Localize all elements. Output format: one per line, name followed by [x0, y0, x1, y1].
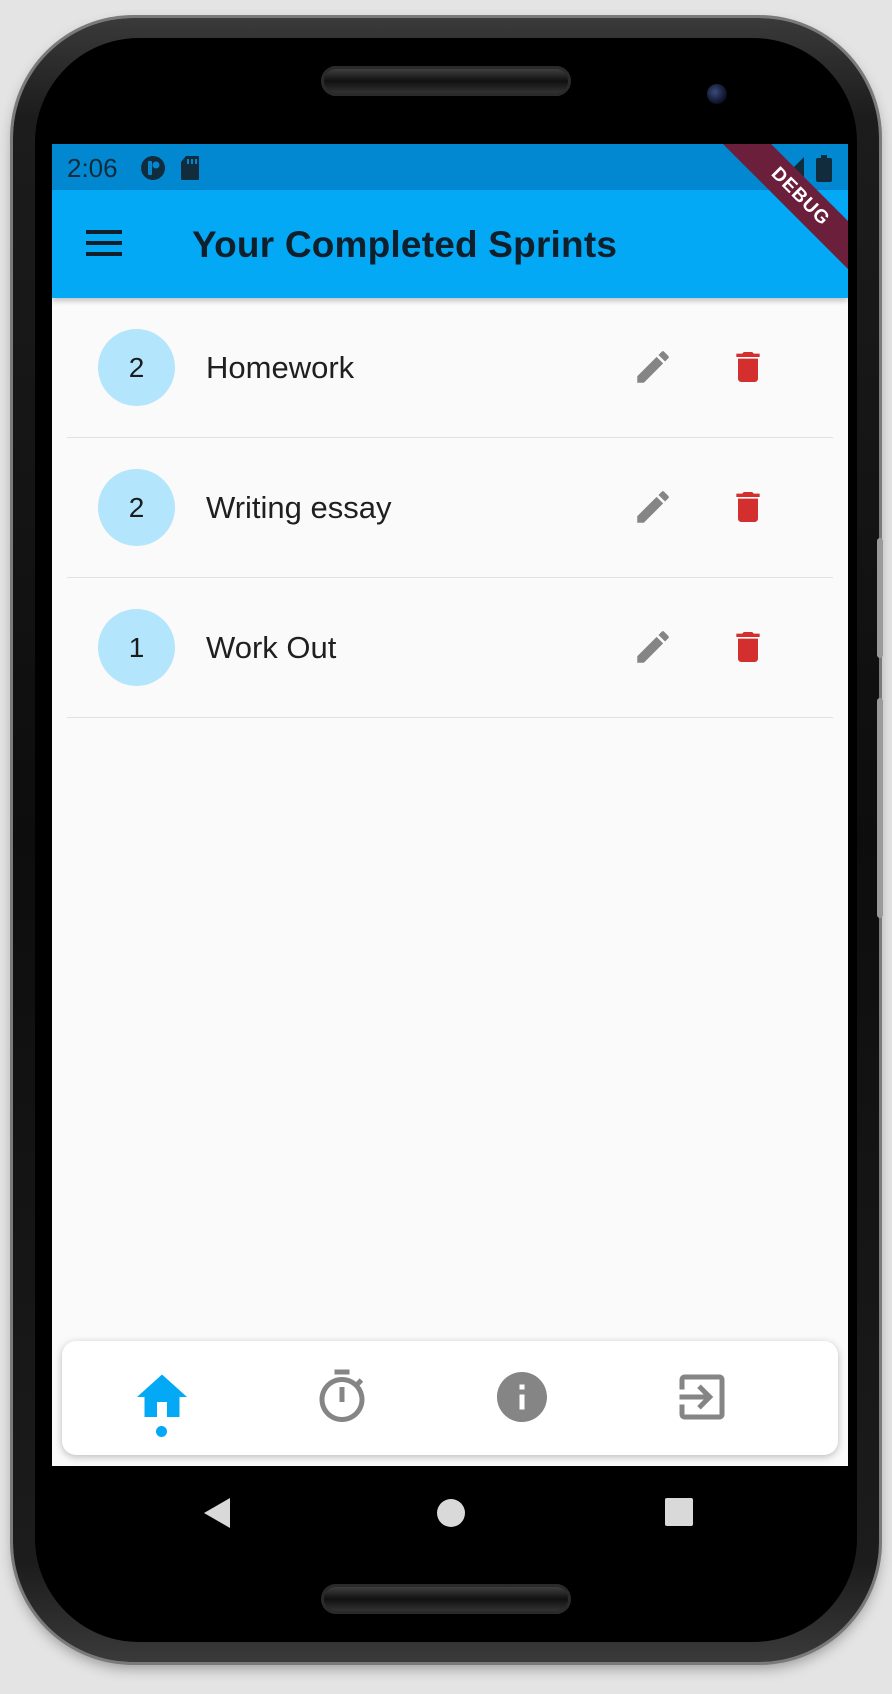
bottom-speaker	[321, 1584, 571, 1614]
edit-icon[interactable]	[632, 346, 674, 388]
logout-icon[interactable]	[672, 1367, 732, 1427]
status-time: 2:06	[67, 153, 118, 183]
active-indicator	[156, 1426, 167, 1437]
recents-icon[interactable]	[664, 1497, 694, 1527]
list-item[interactable]: 1 Work Out	[67, 578, 833, 718]
edit-icon[interactable]	[632, 626, 674, 668]
delete-icon[interactable]	[728, 346, 768, 388]
sprint-count-badge: 2	[98, 469, 175, 546]
sd-card-icon	[181, 156, 199, 180]
system-nav-bar	[52, 1466, 848, 1560]
list-item[interactable]: 2 Writing essay	[67, 438, 833, 578]
top-speaker	[321, 66, 571, 96]
sprint-count-badge: 2	[98, 329, 175, 406]
sprint-title: Work Out	[206, 630, 337, 665]
timer-icon[interactable]	[312, 1367, 372, 1427]
app-notification-icon	[141, 156, 165, 180]
home-circle-icon[interactable]	[435, 1497, 467, 1529]
front-camera	[707, 84, 727, 104]
back-icon[interactable]	[202, 1496, 232, 1530]
app-bar: Your Completed Sprints	[52, 190, 848, 298]
sprint-title: Homework	[206, 350, 355, 385]
info-icon[interactable]	[492, 1367, 552, 1427]
power-button	[877, 698, 883, 918]
sprint-list: 2 Homework 2 Writing essay 1 Work Out	[67, 298, 833, 718]
sprint-title: Writing essay	[206, 490, 392, 525]
home-icon[interactable]	[132, 1367, 192, 1427]
delete-icon[interactable]	[728, 486, 768, 528]
list-item[interactable]: 2 Homework	[67, 298, 833, 438]
page-title: Your Completed Sprints	[192, 224, 618, 265]
status-bar: 2:06	[52, 144, 848, 190]
battery-icon	[816, 155, 832, 182]
screen: 2:06 Your Completed Sprints DEBUG 2 Home…	[52, 144, 848, 1466]
delete-icon[interactable]	[728, 626, 768, 668]
edit-icon[interactable]	[632, 486, 674, 528]
volume-button	[877, 538, 883, 658]
sprint-list-area: 2 Homework 2 Writing essay 1 Work Out	[52, 298, 848, 1466]
menu-icon[interactable]	[85, 227, 123, 259]
sprint-count-badge: 1	[98, 609, 175, 686]
bottom-nav	[62, 1341, 838, 1455]
